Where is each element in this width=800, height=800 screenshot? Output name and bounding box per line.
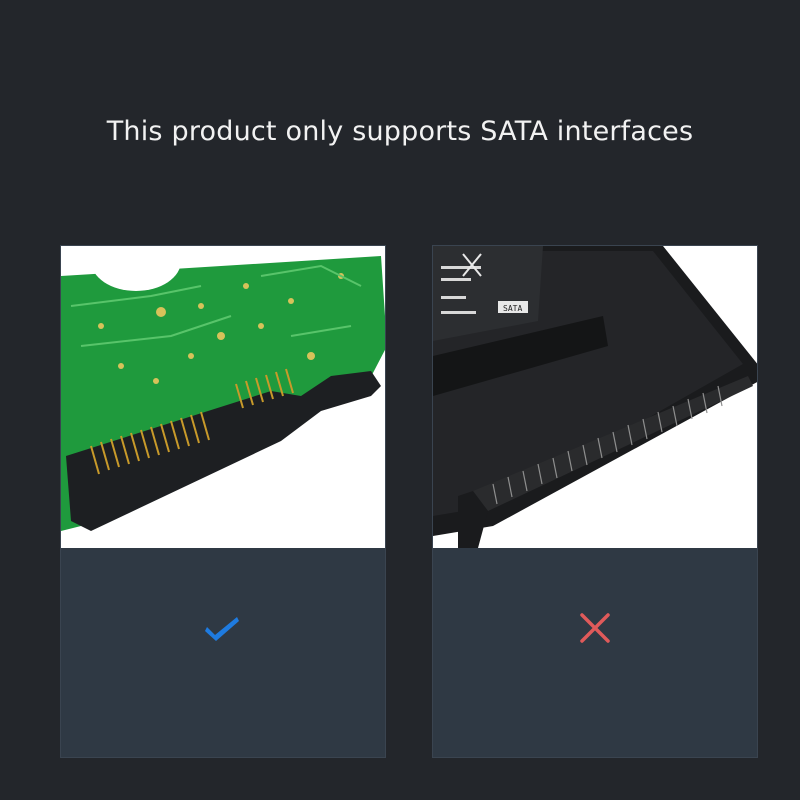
unsupported-mark [433,608,757,648]
sata-drive-panel [60,245,386,758]
ide-drive-illustration: SATA [433,246,757,548]
headline: This product only supports SATA interfac… [106,116,694,147]
checkmark-icon [205,617,239,641]
sata-drive-illustration [61,246,385,548]
cross-icon [580,613,610,643]
ide-drive-photo: SATA [433,246,757,548]
ide-drive-panel: SATA [432,245,758,758]
drive-label-text: SATA [503,304,522,313]
sata-drive-photo [61,246,385,548]
supported-mark [61,608,385,648]
comparison-graphic: This product only supports SATA interfac… [0,0,800,800]
